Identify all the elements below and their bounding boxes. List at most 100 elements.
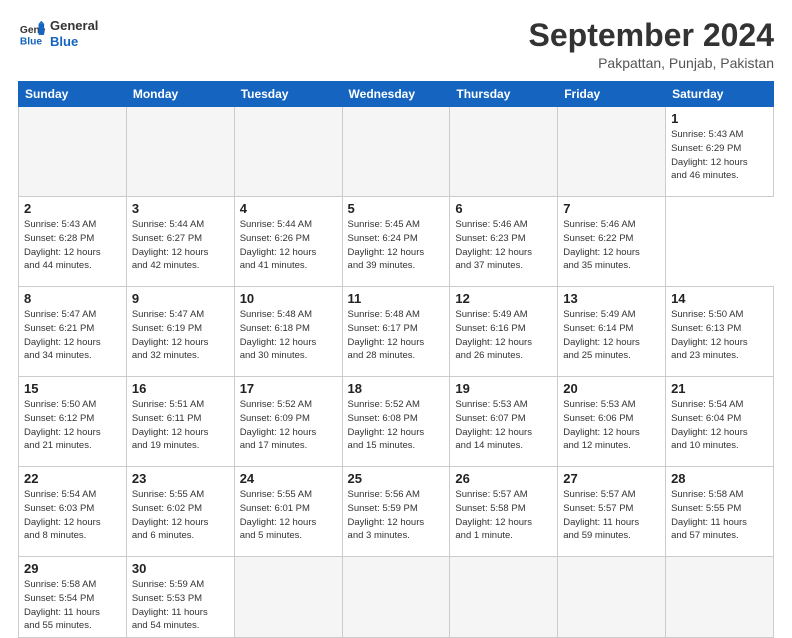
day-number: 23	[132, 471, 229, 486]
day-info: Sunrise: 5:58 AMSunset: 5:55 PMDaylight:…	[671, 489, 747, 541]
logo: General Blue General Blue	[18, 18, 98, 49]
day-info: Sunrise: 5:47 AMSunset: 6:21 PMDaylight:…	[24, 309, 101, 361]
day-number: 12	[455, 291, 552, 306]
day-number: 3	[132, 201, 229, 216]
logo-blue: Blue	[50, 34, 98, 50]
location-title: Pakpattan, Punjab, Pakistan	[529, 55, 774, 71]
calendar-cell	[234, 557, 342, 638]
calendar-week-row: 2 Sunrise: 5:43 AMSunset: 6:28 PMDaylight…	[19, 197, 774, 287]
calendar-cell: 29 Sunrise: 5:58 AMSunset: 5:54 PMDayligh…	[19, 557, 127, 638]
day-info: Sunrise: 5:46 AMSunset: 6:23 PMDaylight:…	[455, 219, 532, 271]
calendar-cell: 9Sunrise: 5:47 AMSunset: 6:19 PMDaylight…	[126, 287, 234, 377]
day-info: Sunrise: 5:57 AMSunset: 5:57 PMDaylight:…	[563, 489, 639, 541]
day-number: 30	[132, 561, 229, 576]
day-number: 19	[455, 381, 552, 396]
day-info: Sunrise: 5:54 AMSunset: 6:04 PMDaylight:…	[671, 399, 748, 451]
day-number: 8	[24, 291, 121, 306]
day-info: Sunrise: 5:49 AMSunset: 6:14 PMDaylight:…	[563, 309, 640, 361]
day-info: Sunrise: 5:49 AMSunset: 6:16 PMDaylight:…	[455, 309, 532, 361]
day-number: 14	[671, 291, 768, 306]
day-number: 15	[24, 381, 121, 396]
col-saturday: Saturday	[666, 82, 774, 107]
day-number: 4	[240, 201, 337, 216]
month-title: September 2024	[529, 18, 774, 53]
col-wednesday: Wednesday	[342, 82, 450, 107]
calendar-cell: 5 Sunrise: 5:45 AMSunset: 6:24 PMDaylight…	[342, 197, 450, 287]
day-number: 11	[348, 291, 445, 306]
calendar-week-row: 15 Sunrise: 5:50 AMSunset: 6:12 PMDayligh…	[19, 377, 774, 467]
day-info: Sunrise: 5:58 AMSunset: 5:54 PMDaylight:…	[24, 579, 100, 631]
day-info: Sunrise: 5:59 AMSunset: 5:53 PMDaylight:…	[132, 579, 208, 631]
logo-icon: General Blue	[18, 20, 46, 48]
calendar-cell: 19 Sunrise: 5:53 AMSunset: 6:07 PMDayligh…	[450, 377, 558, 467]
day-info: Sunrise: 5:46 AMSunset: 6:22 PMDaylight:…	[563, 219, 640, 271]
day-info: Sunrise: 5:44 AMSunset: 6:26 PMDaylight:…	[240, 219, 317, 271]
calendar-week-row: 22 Sunrise: 5:54 AMSunset: 6:03 PMDayligh…	[19, 467, 774, 557]
day-number: 13	[563, 291, 660, 306]
calendar-cell: 10 Sunrise: 5:48 AMSunset: 6:18 PMDayligh…	[234, 287, 342, 377]
calendar-week-row: 8 Sunrise: 5:47 AMSunset: 6:21 PMDaylight…	[19, 287, 774, 377]
calendar-cell: 7 Sunrise: 5:46 AMSunset: 6:22 PMDaylight…	[558, 197, 666, 287]
calendar-cell: 16 Sunrise: 5:51 AMSunset: 6:11 PMDayligh…	[126, 377, 234, 467]
day-number: 25	[348, 471, 445, 486]
calendar-cell: 4 Sunrise: 5:44 AMSunset: 6:26 PMDaylight…	[234, 197, 342, 287]
day-info: Sunrise: 5:53 AMSunset: 6:07 PMDaylight:…	[455, 399, 532, 451]
day-info: Sunrise: 5:56 AMSunset: 5:59 PMDaylight:…	[348, 489, 425, 541]
day-number: 24	[240, 471, 337, 486]
day-number: 28	[671, 471, 768, 486]
calendar-cell: 2 Sunrise: 5:43 AMSunset: 6:28 PMDaylight…	[19, 197, 127, 287]
empty-cell	[234, 107, 342, 197]
svg-text:Blue: Blue	[20, 36, 43, 47]
day-number: 2	[24, 201, 121, 216]
day-info: Sunrise: 5:54 AMSunset: 6:03 PMDaylight:…	[24, 489, 101, 541]
calendar-cell: 17Sunrise: 5:52 AMSunset: 6:09 PMDayligh…	[234, 377, 342, 467]
calendar-cell: 25 Sunrise: 5:56 AMSunset: 5:59 PMDayligh…	[342, 467, 450, 557]
day-info: Sunrise: 5:55 AMSunset: 6:02 PMDaylight:…	[132, 489, 209, 541]
day-number: 7	[563, 201, 660, 216]
day-number: 17	[240, 381, 337, 396]
day-number: 26	[455, 471, 552, 486]
day-info: Sunrise: 5:50 AMSunset: 6:13 PMDaylight:…	[671, 309, 748, 361]
day-number: 22	[24, 471, 121, 486]
calendar-cell: 6 Sunrise: 5:46 AMSunset: 6:23 PMDaylight…	[450, 197, 558, 287]
day-info: Sunrise: 5:52 AMSunset: 6:08 PMDaylight:…	[348, 399, 425, 451]
day-number: 16	[132, 381, 229, 396]
col-friday: Friday	[558, 82, 666, 107]
day-number: 1	[671, 111, 768, 126]
calendar-week-row: 1Sunrise: 5:43 AMSunset: 6:29 PMDaylight…	[19, 107, 774, 197]
calendar-cell: 21 Sunrise: 5:54 AMSunset: 6:04 PMDayligh…	[666, 377, 774, 467]
calendar-header-row: Sunday Monday Tuesday Wednesday Thursday…	[19, 82, 774, 107]
day-info: Sunrise: 5:43 AMSunset: 6:28 PMDaylight:…	[24, 219, 101, 271]
col-sunday: Sunday	[19, 82, 127, 107]
day-info: Sunrise: 5:55 AMSunset: 6:01 PMDaylight:…	[240, 489, 317, 541]
day-number: 5	[348, 201, 445, 216]
day-info: Sunrise: 5:45 AMSunset: 6:24 PMDaylight:…	[348, 219, 425, 271]
col-thursday: Thursday	[450, 82, 558, 107]
day-number: 18	[348, 381, 445, 396]
calendar-cell: 30 Sunrise: 5:59 AMSunset: 5:53 PMDayligh…	[126, 557, 234, 638]
day-info: Sunrise: 5:50 AMSunset: 6:12 PMDaylight:…	[24, 399, 101, 451]
calendar-cell: 11 Sunrise: 5:48 AMSunset: 6:17 PMDayligh…	[342, 287, 450, 377]
day-info: Sunrise: 5:51 AMSunset: 6:11 PMDaylight:…	[132, 399, 209, 451]
day-info: Sunrise: 5:48 AMSunset: 6:18 PMDaylight:…	[240, 309, 317, 361]
empty-cell	[126, 107, 234, 197]
calendar-cell: 12 Sunrise: 5:49 AMSunset: 6:16 PMDayligh…	[450, 287, 558, 377]
day-number: 10	[240, 291, 337, 306]
calendar-cell	[450, 557, 558, 638]
calendar-cell: 22 Sunrise: 5:54 AMSunset: 6:03 PMDayligh…	[19, 467, 127, 557]
calendar-cell: 26Sunrise: 5:57 AMSunset: 5:58 PMDayligh…	[450, 467, 558, 557]
empty-cell	[19, 107, 127, 197]
day-info: Sunrise: 5:44 AMSunset: 6:27 PMDaylight:…	[132, 219, 209, 271]
col-monday: Monday	[126, 82, 234, 107]
day-number: 29	[24, 561, 121, 576]
day-info: Sunrise: 5:48 AMSunset: 6:17 PMDaylight:…	[348, 309, 425, 361]
day-number: 27	[563, 471, 660, 486]
calendar-week-row: 29 Sunrise: 5:58 AMSunset: 5:54 PMDayligh…	[19, 557, 774, 638]
calendar-cell	[342, 557, 450, 638]
calendar-cell: 1Sunrise: 5:43 AMSunset: 6:29 PMDaylight…	[666, 107, 774, 197]
day-number: 6	[455, 201, 552, 216]
empty-cell	[450, 107, 558, 197]
calendar-cell: 28 Sunrise: 5:58 AMSunset: 5:55 PMDayligh…	[666, 467, 774, 557]
calendar-cell: 18 Sunrise: 5:52 AMSunset: 6:08 PMDayligh…	[342, 377, 450, 467]
day-number: 21	[671, 381, 768, 396]
